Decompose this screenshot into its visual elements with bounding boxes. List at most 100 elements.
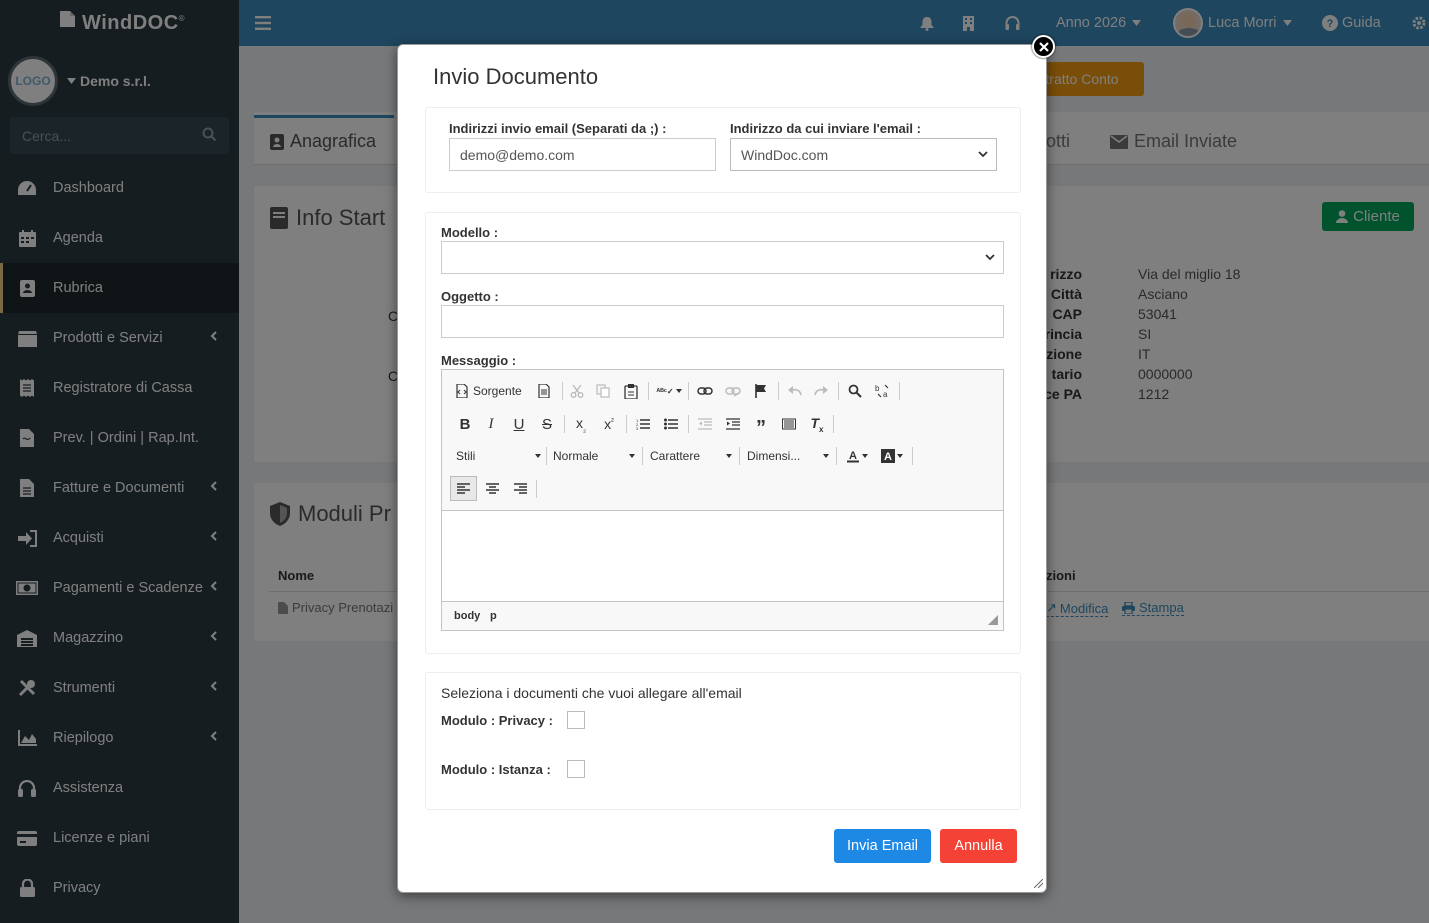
strikethrough-button[interactable]: S	[536, 413, 558, 435]
email-to-input[interactable]: demo@demo.com	[449, 138, 716, 171]
indent-icon	[726, 418, 740, 430]
text-color-button[interactable]: A	[844, 445, 870, 467]
oggetto-input[interactable]	[441, 305, 1004, 338]
superscript-button[interactable]: x²	[598, 413, 620, 435]
toolbar-divider	[562, 382, 563, 400]
toolbar-divider	[626, 415, 627, 433]
toolbar-divider	[912, 447, 913, 465]
path-p[interactable]: p	[490, 610, 497, 622]
div-icon	[782, 418, 796, 430]
replace-button[interactable]: ba	[872, 380, 894, 402]
attach-label: Seleziona i documenti che vuoi allegare …	[441, 685, 742, 701]
modal-title: Invio Documento	[433, 64, 599, 89]
subscript-icon: x₂	[575, 414, 587, 434]
email-from-select[interactable]: WindDoc.com	[730, 138, 997, 171]
attach-privacy-checkbox[interactable]	[567, 711, 585, 729]
svg-text:A: A	[849, 450, 857, 462]
svg-text:3: 3	[636, 426, 639, 430]
paste-button[interactable]	[620, 380, 642, 402]
link-icon	[697, 387, 713, 395]
copy-button[interactable]	[592, 380, 614, 402]
dimensione-label: Dimensi...	[747, 449, 801, 463]
underline-icon: U	[513, 415, 525, 433]
search-icon	[848, 384, 862, 398]
email-to-value: demo@demo.com	[460, 146, 575, 163]
svg-text:b: b	[875, 384, 880, 393]
caret-down-icon	[862, 454, 868, 458]
outdent-button[interactable]	[694, 413, 716, 435]
caret-down-icon	[823, 454, 829, 458]
attach-istanza-checkbox[interactable]	[567, 760, 585, 778]
toolbar-divider	[688, 415, 689, 433]
formato-dropdown[interactable]: Normale	[553, 444, 635, 468]
italic-button[interactable]: I	[480, 413, 502, 435]
path-body[interactable]: body	[454, 610, 480, 622]
formato-label: Normale	[553, 449, 599, 463]
bullet-list-icon	[664, 418, 678, 430]
cancel-button[interactable]: Annulla	[940, 829, 1017, 863]
send-email-button[interactable]: Invia Email	[834, 829, 931, 863]
toolbar-divider	[536, 480, 537, 498]
align-right-button[interactable]	[508, 477, 532, 499]
stili-dropdown[interactable]: Stili	[456, 444, 541, 468]
div-container-button[interactable]	[778, 413, 800, 435]
toolbar-divider	[778, 382, 779, 400]
resize-grip-icon[interactable]	[988, 615, 998, 625]
modal-resize-grip-icon[interactable]	[1034, 879, 1043, 888]
bold-icon: B	[459, 415, 471, 433]
new-page-button[interactable]	[534, 380, 554, 402]
link-button[interactable]	[694, 380, 716, 402]
replace-icon: ba	[875, 384, 889, 398]
cut-button[interactable]	[566, 380, 588, 402]
chevron-down-icon	[978, 150, 988, 157]
copy-icon	[596, 384, 610, 398]
chevron-down-icon	[985, 253, 995, 260]
spellcheck-button[interactable]: ᴬᴮᶜ✓	[654, 380, 684, 402]
dimensione-dropdown[interactable]: Dimensi...	[747, 444, 829, 468]
align-center-button[interactable]	[480, 477, 504, 499]
bold-button[interactable]: B	[454, 413, 476, 435]
undo-button[interactable]	[784, 380, 806, 402]
invio-documento-modal: Invio Documento Indirizzi invio email (S…	[397, 44, 1047, 893]
carattere-dropdown[interactable]: Carattere	[650, 444, 732, 468]
caret-down-icon	[675, 389, 682, 393]
modello-select[interactable]	[441, 241, 1004, 274]
unlink-button[interactable]	[722, 380, 744, 402]
toolbar-divider	[564, 415, 565, 433]
indent-button[interactable]	[722, 413, 744, 435]
sorgente-button[interactable]: Sorgente	[456, 380, 522, 402]
underline-button[interactable]: U	[508, 413, 530, 435]
align-center-icon	[485, 482, 499, 494]
strikethrough-icon: S	[541, 415, 552, 433]
numbered-list-button[interactable]: 123	[632, 413, 654, 435]
caret-down-icon	[726, 454, 732, 458]
caret-down-icon	[535, 454, 541, 458]
editor-content-area[interactable]	[442, 510, 1003, 602]
caret-down-icon	[897, 454, 903, 458]
rich-text-editor: Sorgente ᴬᴮᶜ✓ ba B I U S x₂ x² 123 ” Tx …	[441, 369, 1004, 631]
subscript-button[interactable]: x₂	[570, 413, 592, 435]
close-button[interactable]	[1032, 35, 1055, 58]
email-to-label: Indirizzi invio email (Separati da ;) :	[449, 121, 667, 136]
email-from-label: Indirizzo da cui inviare l'email :	[730, 121, 921, 136]
unlink-icon	[725, 387, 741, 397]
flag-icon	[755, 384, 766, 398]
carattere-label: Carattere	[650, 449, 701, 463]
blockquote-button[interactable]: ”	[750, 413, 772, 439]
align-left-button[interactable]	[450, 476, 477, 501]
bullet-list-button[interactable]	[660, 413, 682, 435]
paste-icon	[624, 383, 638, 399]
toolbar-divider	[688, 382, 689, 400]
redo-button[interactable]	[810, 380, 832, 402]
sorgente-label: Sorgente	[473, 384, 522, 398]
caret-down-icon	[629, 454, 635, 458]
bg-color-button[interactable]: A	[878, 445, 906, 467]
find-button[interactable]	[844, 380, 866, 402]
toolbar-divider	[836, 447, 837, 465]
remove-format-button[interactable]: Tx	[806, 413, 828, 435]
anchor-button[interactable]	[750, 380, 772, 402]
undo-icon	[788, 386, 802, 396]
attach-istanza-label: Modulo : Istanza :	[441, 762, 551, 777]
svg-text:A: A	[884, 451, 892, 463]
toolbar-divider	[838, 382, 839, 400]
